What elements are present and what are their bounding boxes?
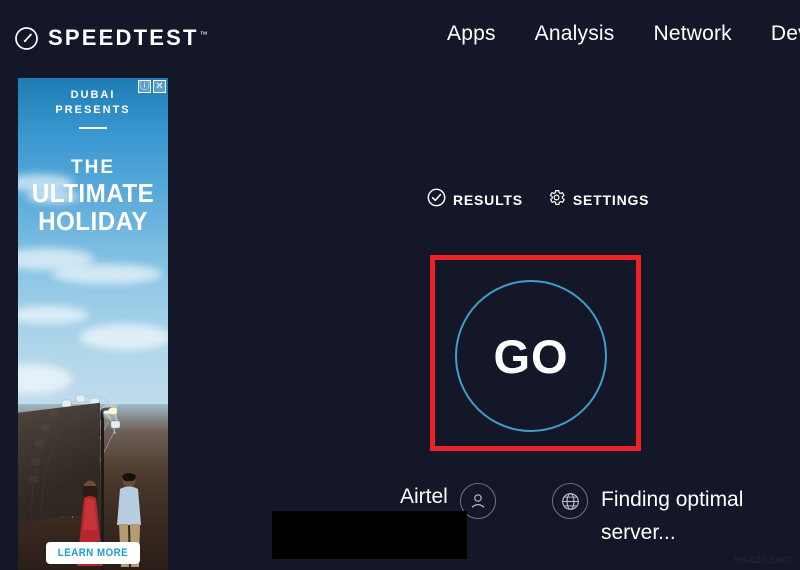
ip-address-redaction [272,511,467,559]
isp-name: Airtel [400,485,448,508]
subnav-label-results: RESULTS [453,192,523,208]
nav-item-network[interactable]: Network [653,22,731,46]
ad-learn-more-button[interactable]: LEARN MORE [46,542,140,564]
speedtest-logo[interactable]: SPEEDTEST™ [14,25,208,51]
adchoices-icon[interactable]: ⓘ [138,80,151,93]
server-status-text: Finding optimal server... [601,488,744,544]
trademark-symbol: ™ [199,29,208,39]
subnav-item-results[interactable]: RESULTS [427,188,523,212]
speedometer-icon [14,26,39,51]
logo-wordmark: SPEEDTEST™ [48,25,208,51]
main-navigation: Apps Analysis Network Develo [447,22,800,46]
nav-item-analysis[interactable]: Analysis [535,22,615,46]
ad-divider [79,127,107,129]
site-header: SPEEDTEST™ Apps Analysis Network Develo [0,0,800,76]
test-subnav: RESULTS SETTINGS [427,188,673,212]
ad-sky-background [18,78,168,418]
ad-kicker: DUBAI PRESENTS [18,88,168,129]
ad-kicker-line-2: PRESENTS [55,104,131,116]
close-icon[interactable]: ✕ [153,80,166,93]
server-info[interactable]: Finding optimal server... [552,483,781,549]
ad-badges: ⓘ ✕ [138,80,166,93]
advertisement-banner[interactable]: ⓘ ✕ DUBAI PRESENTS THE ULTIMATE HOLIDAY [18,78,168,570]
ad-headline: THE ULTIMATE HOLIDAY [18,156,168,235]
ad-headline-line-2: HOLIDAY [38,206,148,236]
nav-item-developers[interactable]: Develo [771,22,800,46]
ad-cloud [52,264,162,284]
ad-cloud [18,306,88,324]
ad-headline-line-1: ULTIMATE [31,178,155,208]
gear-icon [547,188,566,212]
nav-item-apps[interactable]: Apps [447,22,496,46]
subnav-label-settings: SETTINGS [572,192,650,208]
ad-cloud [80,324,168,350]
ad-headline-the: THE [71,157,115,178]
globe-icon [552,483,588,519]
logo-text: SPEEDTEST [48,25,199,50]
check-circle-icon [427,188,446,212]
subnav-item-settings[interactable]: SETTINGS [547,188,649,212]
ad-learn-more-label: LEARN MORE [57,547,129,559]
go-button-label: GO [493,329,569,383]
watermark: wsxdn.com [734,554,792,566]
go-button[interactable]: GO [455,280,607,432]
